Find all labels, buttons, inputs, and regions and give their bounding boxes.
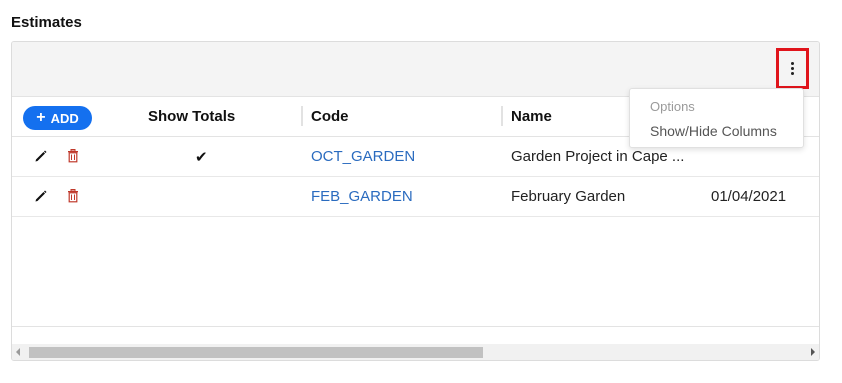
table-row: FEB_GARDEN February Garden 01/04/2021 bbox=[12, 177, 819, 217]
add-button-label: ADD bbox=[50, 110, 79, 126]
plus-icon: + bbox=[36, 108, 46, 126]
scroll-left-arrow-icon[interactable] bbox=[16, 348, 20, 356]
estimate-name: February Garden bbox=[511, 188, 626, 205]
column-header-code[interactable]: Code bbox=[311, 108, 349, 125]
vertical-dots-icon bbox=[791, 62, 794, 75]
column-resize-handle[interactable] bbox=[301, 106, 303, 126]
scroll-right-arrow-icon[interactable] bbox=[811, 348, 815, 356]
column-header-show-totals[interactable]: Show Totals bbox=[148, 108, 235, 125]
column-header-name[interactable]: Name bbox=[511, 108, 552, 125]
options-dropdown-title: Options bbox=[650, 99, 695, 114]
grid-footer-divider bbox=[12, 326, 819, 327]
show-hide-columns-item[interactable]: Show/Hide Columns bbox=[650, 123, 777, 139]
pencil-icon[interactable] bbox=[34, 189, 48, 208]
options-menu-button[interactable] bbox=[776, 48, 809, 89]
estimate-code-link[interactable]: FEB_GARDEN bbox=[311, 188, 413, 205]
estimate-date: 01/04/2021 bbox=[711, 188, 787, 205]
add-button[interactable]: + ADD bbox=[23, 106, 92, 130]
scrollbar-thumb[interactable] bbox=[29, 347, 483, 358]
estimate-name: Garden Project in Cape ... bbox=[511, 148, 685, 165]
pencil-icon[interactable] bbox=[34, 149, 48, 168]
column-resize-handle[interactable] bbox=[501, 106, 503, 126]
section-title: Estimates bbox=[11, 14, 82, 31]
show-totals-check: ✔ bbox=[195, 149, 208, 166]
trash-icon[interactable] bbox=[67, 189, 79, 208]
trash-icon[interactable] bbox=[67, 149, 79, 168]
options-dropdown: Options Show/Hide Columns bbox=[629, 88, 804, 148]
horizontal-scrollbar[interactable] bbox=[12, 344, 819, 360]
estimate-code-link[interactable]: OCT_GARDEN bbox=[311, 148, 415, 165]
